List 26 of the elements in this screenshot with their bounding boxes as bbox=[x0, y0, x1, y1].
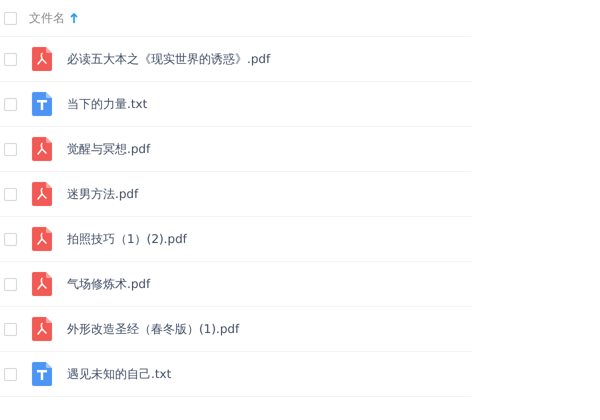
row-checkbox[interactable] bbox=[4, 322, 17, 336]
text-file-icon bbox=[32, 362, 52, 386]
pdf-file-icon bbox=[32, 317, 52, 341]
pdf-file-icon bbox=[32, 227, 52, 251]
select-all-checkbox[interactable] bbox=[4, 12, 17, 24]
row-checkbox[interactable] bbox=[4, 52, 17, 66]
file-name[interactable]: 觉醒与冥想.pdf bbox=[67, 140, 150, 158]
pdf-file-icon bbox=[32, 137, 52, 161]
sort-ascending-icon[interactable] bbox=[70, 13, 78, 23]
row-checkbox[interactable] bbox=[4, 142, 17, 156]
file-name[interactable]: 拍照技巧（1）(2).pdf bbox=[67, 230, 187, 248]
row-checkbox[interactable] bbox=[4, 98, 17, 110]
pdf-file-icon bbox=[32, 272, 52, 296]
file-name[interactable]: 遇见未知的自己.txt bbox=[67, 366, 172, 382]
row-checkbox[interactable] bbox=[4, 368, 17, 380]
file-name[interactable]: 外形改造圣经（春冬版）(1).pdf bbox=[67, 320, 240, 338]
row-checkbox[interactable] bbox=[4, 188, 17, 200]
file-name[interactable]: 迷男方法.pdf bbox=[67, 186, 138, 202]
pdf-file-icon bbox=[32, 47, 52, 71]
text-file-icon bbox=[32, 92, 52, 116]
file-name[interactable]: 必读五大本之《现实世界的诱惑》.pdf bbox=[67, 50, 270, 68]
pdf-file-icon bbox=[32, 182, 52, 206]
row-checkbox[interactable] bbox=[4, 232, 17, 246]
file-name[interactable]: 气场修炼术.pdf bbox=[67, 276, 150, 292]
file-name[interactable]: 当下的力量.txt bbox=[67, 96, 148, 112]
row-checkbox[interactable] bbox=[4, 278, 17, 290]
